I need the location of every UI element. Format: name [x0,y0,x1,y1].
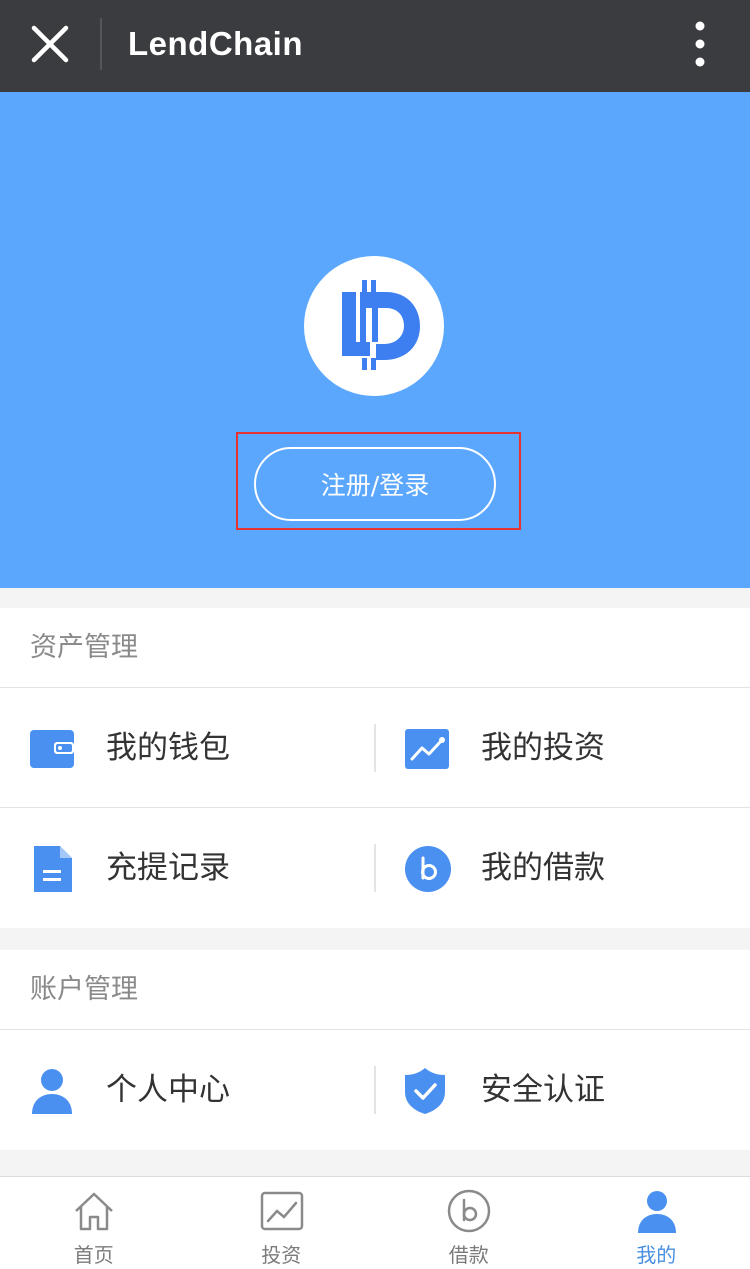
wallet-icon [30,726,76,772]
page-title: LendChain [128,25,303,62]
close-icon[interactable] [28,22,72,66]
menu-item-label: 我的借款 [481,850,605,886]
shield-check-icon [405,1068,451,1114]
menu-row: 充提记录 我的借款 [0,808,750,928]
menu-item-loans[interactable]: 我的借款 [375,808,750,928]
menu-item-label: 我的投资 [481,730,605,766]
bottom-tab-bar: 首页 投资 借款 我的 [0,1176,750,1269]
section-header-account: 账户管理 [0,950,750,1030]
title-bar: LendChain [0,0,750,92]
menu-item-label: 充提记录 [106,850,230,886]
tab-invest[interactable]: 投资 [188,1177,376,1269]
tab-borrow[interactable]: 借款 [375,1177,563,1269]
menu-item-personal-center[interactable]: 个人中心 [0,1030,375,1150]
menu-item-label: 安全认证 [481,1072,605,1108]
more-vertical-icon[interactable] [690,20,710,68]
profile-hero: 注册/登录 [0,92,750,588]
user-icon [635,1189,679,1233]
loan-b-icon [405,846,451,892]
menu-item-records[interactable]: 充提记录 [0,808,375,928]
menu-item-label: 个人中心 [106,1072,230,1108]
menu-item-investment[interactable]: 我的投资 [375,688,750,808]
asset-management-section: 资产管理 我的钱包 我的投资 充提记录 我的借款 [0,608,750,928]
menu-row: 我的钱包 我的投资 [0,688,750,808]
tab-label: 借款 [448,1243,489,1267]
lendchain-logo [304,256,444,396]
home-icon [72,1189,116,1233]
tab-label: 投资 [261,1243,302,1267]
account-management-section: 账户管理 个人中心 安全认证 [0,950,750,1150]
investment-chart-icon [405,726,451,772]
document-icon [30,846,76,892]
register-login-label: 注册/登录 [320,471,430,500]
tab-label: 首页 [73,1243,114,1267]
menu-item-security[interactable]: 安全认证 [375,1030,750,1150]
tab-home[interactable]: 首页 [0,1177,188,1269]
title-divider [100,18,102,70]
loan-b-icon [447,1189,491,1233]
register-login-button[interactable]: 注册/登录 [254,447,496,521]
menu-row: 个人中心 安全认证 [0,1030,750,1150]
section-header-assets: 资产管理 [0,608,750,688]
tab-label: 我的 [636,1243,677,1267]
person-icon [30,1068,76,1114]
tab-mine[interactable]: 我的 [563,1177,750,1269]
menu-item-label: 我的钱包 [106,730,230,766]
chart-icon [260,1189,304,1233]
menu-item-wallet[interactable]: 我的钱包 [0,688,375,808]
